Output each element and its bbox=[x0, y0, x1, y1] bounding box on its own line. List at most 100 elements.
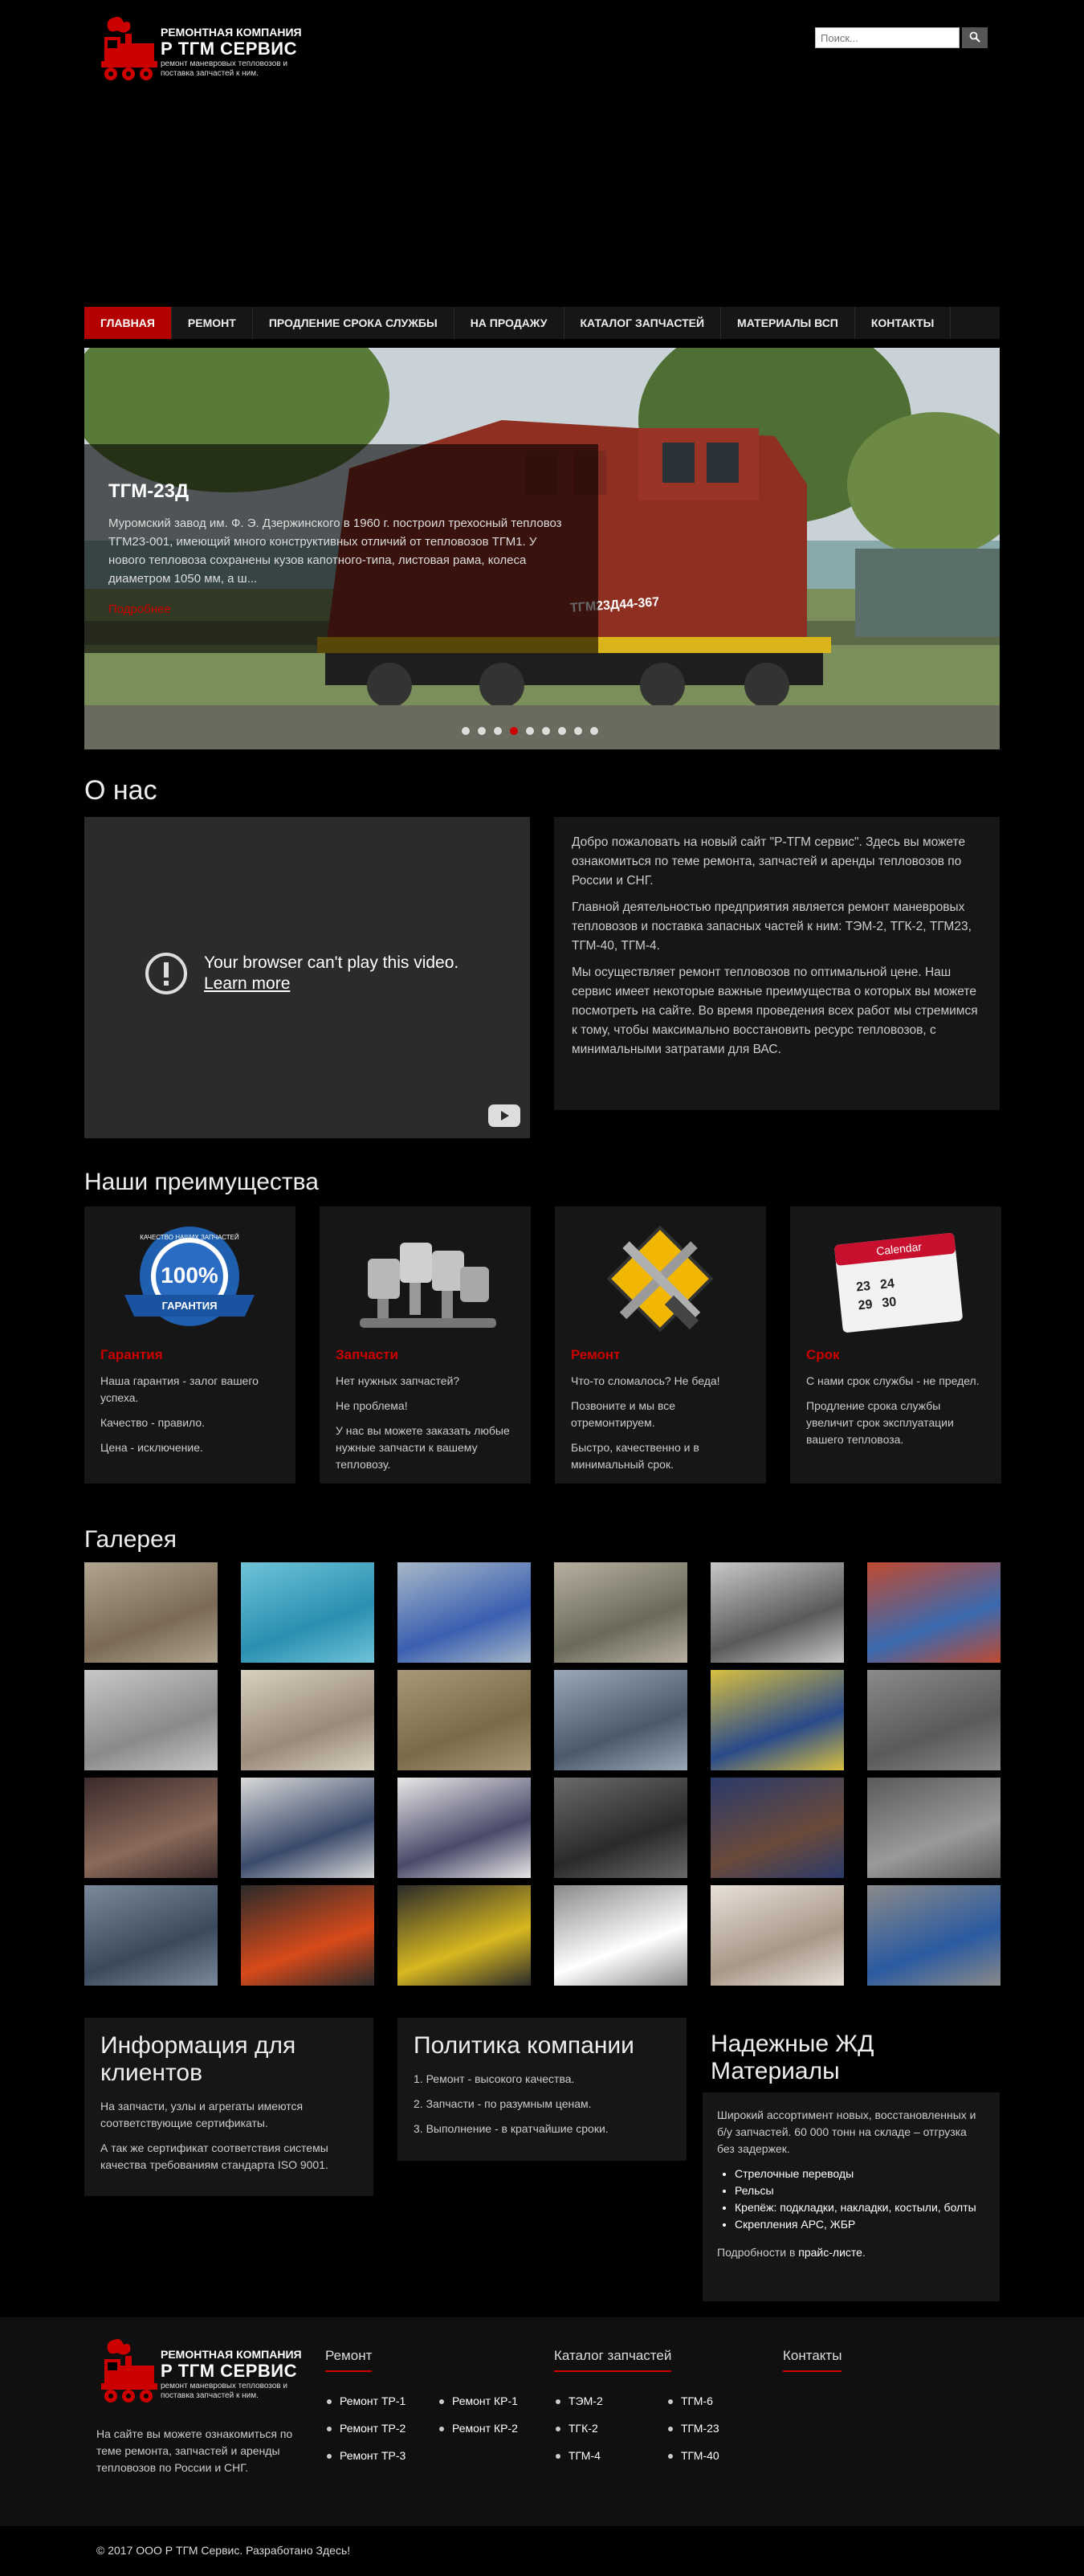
materials-more: Подробности в прайс-листе. bbox=[717, 2244, 985, 2261]
gallery-thumb[interactable] bbox=[84, 1670, 218, 1770]
nav-item-extension[interactable]: Продление срока службы bbox=[253, 307, 454, 339]
footer-link[interactable]: ТГМ-4 bbox=[554, 2449, 666, 2462]
slider-dot[interactable] bbox=[510, 727, 518, 735]
policy-item: 3. Выполнение - в кратчайшие сроки. bbox=[414, 2122, 609, 2135]
slide-more-link[interactable]: Подробнее bbox=[108, 602, 574, 616]
card-title-repair: Ремонт bbox=[571, 1347, 621, 1362]
gallery-thumb[interactable] bbox=[397, 1562, 531, 1663]
gallery-thumb[interactable] bbox=[867, 1778, 1000, 1878]
gallery-thumb[interactable] bbox=[397, 1778, 531, 1878]
card-body-guarantee: Наша гарантия - залог вашего успеха. Кач… bbox=[100, 1373, 285, 1464]
advantages-title: Наши преимущества bbox=[84, 1169, 319, 1195]
policy-title: Политика компании bbox=[414, 2032, 634, 2059]
nav-item-repair[interactable]: Ремонт bbox=[172, 307, 253, 339]
nav-item-for-sale[interactable]: На продажу bbox=[454, 307, 564, 339]
slider-dot[interactable] bbox=[542, 727, 550, 735]
gallery-thumb[interactable] bbox=[397, 1885, 531, 1986]
slider-dot[interactable] bbox=[478, 727, 486, 735]
gallery-thumb[interactable] bbox=[711, 1885, 844, 1986]
gallery-thumb[interactable] bbox=[554, 1670, 687, 1770]
hero-slider[interactable]: ТГМ23Д44-367 ТГМ-23Д Муромский завод им.… bbox=[84, 348, 1000, 749]
page: РЕМОНТНАЯ КОМПАНИЯ Р ТГМ СЕРВИС ремонт м… bbox=[0, 0, 1084, 2576]
video-player[interactable]: Your browser can't play this video. Lear… bbox=[84, 817, 530, 1138]
footer-link[interactable]: ТГК-2 bbox=[554, 2422, 666, 2435]
search-icon bbox=[969, 31, 980, 43]
footer-contacts-head[interactable]: Контакты bbox=[783, 2348, 842, 2372]
clients-p1: На запчасти, узлы и агрегаты имеются соо… bbox=[100, 2100, 304, 2129]
slide-text: Муромский завод им. Ф. Э. Дзержинского в… bbox=[108, 516, 562, 586]
materials-text: Широкий ассортимент новых, восстановленн… bbox=[717, 2109, 976, 2155]
footer-link[interactable]: Ремонт ТР-1 bbox=[325, 2394, 438, 2407]
gallery-thumb[interactable] bbox=[711, 1670, 844, 1770]
gallery-thumb[interactable] bbox=[867, 1562, 1000, 1663]
footer-catalog-head: Каталог запчастей bbox=[554, 2348, 672, 2372]
card-line: Наша гарантия - залог вашего успеха. bbox=[100, 1374, 259, 1404]
video-learn-more-link[interactable]: Learn more bbox=[204, 974, 458, 994]
gallery-thumb[interactable] bbox=[84, 1885, 218, 1986]
search-button[interactable] bbox=[962, 27, 988, 48]
footer-logo-text: РЕМОНТНАЯ КОМПАНИЯ Р ТГМ СЕРВИС ремонт м… bbox=[161, 2348, 313, 2401]
youtube-icon[interactable] bbox=[488, 1104, 520, 1127]
gallery-thumb[interactable] bbox=[554, 1778, 687, 1878]
slider-dot[interactable] bbox=[558, 727, 566, 735]
footer-link[interactable]: Ремонт КР-1 bbox=[438, 2394, 550, 2407]
gallery-thumb[interactable] bbox=[241, 1885, 374, 1986]
footer-link[interactable]: Ремонт КР-2 bbox=[438, 2422, 550, 2435]
logo-line1: РЕМОНТНАЯ КОМПАНИЯ bbox=[161, 2348, 302, 2361]
slider-dot[interactable] bbox=[574, 727, 582, 735]
nav-item-catalog[interactable]: Каталог запчастей bbox=[564, 307, 722, 339]
footer-link[interactable]: ТГМ-6 bbox=[666, 2394, 779, 2407]
nav-item-materials[interactable]: Материалы ВСП bbox=[721, 307, 855, 339]
footer-logo[interactable]: РЕМОНТНАЯ КОМПАНИЯ Р ТГМ СЕРВИС ремонт м… bbox=[96, 2338, 313, 2411]
gallery-thumb[interactable] bbox=[241, 1670, 374, 1770]
nav-item-contacts[interactable]: Контакты bbox=[855, 307, 952, 339]
gallery-thumb[interactable] bbox=[554, 1562, 687, 1663]
gallery-thumb[interactable] bbox=[241, 1778, 374, 1878]
materials-item: Скрепления АРС, ЖБР bbox=[735, 2216, 985, 2233]
slide-caption: ТГМ-23Д Муромский завод им. Ф. Э. Дзержи… bbox=[84, 444, 598, 653]
card-line: Не проблема! bbox=[336, 1399, 408, 1412]
repair-tools-icon bbox=[606, 1225, 714, 1333]
clients-title: Информация для клиентов bbox=[100, 2032, 296, 2086]
gallery-thumb[interactable] bbox=[711, 1562, 844, 1663]
clients-info-box: Информация для клиентов На запчасти, узл… bbox=[84, 2018, 373, 2196]
card-line: Быстро, качественно и в минимальный срок… bbox=[571, 1441, 699, 1471]
footer-link[interactable]: Ремонт ТР-3 bbox=[325, 2449, 438, 2462]
gallery-title: Галерея bbox=[84, 1526, 177, 1553]
logo-line3b: поставка запчастей к ним. bbox=[161, 2391, 259, 2400]
footer-link[interactable]: ТЭМ-2 bbox=[554, 2394, 666, 2407]
materials-box: Широкий ассортимент новых, восстановленн… bbox=[703, 2092, 1000, 2301]
slider-dot[interactable] bbox=[590, 727, 598, 735]
calendar-num: 29 bbox=[858, 1298, 874, 1313]
gallery-thumb[interactable] bbox=[867, 1670, 1000, 1770]
gallery-thumb[interactable] bbox=[241, 1562, 374, 1663]
slider-dots bbox=[462, 727, 598, 735]
footer-link[interactable]: Ремонт ТР-2 bbox=[325, 2422, 438, 2435]
gallery-thumb[interactable] bbox=[84, 1778, 218, 1878]
gallery-thumb[interactable] bbox=[84, 1562, 218, 1663]
materials-more-suffix: . bbox=[862, 2246, 866, 2259]
price-list-link[interactable]: прайс-листе bbox=[798, 2246, 862, 2259]
footer-link[interactable]: ТГМ-23 bbox=[666, 2422, 779, 2435]
locomotive-logo-icon bbox=[101, 2338, 157, 2402]
card-body-parts: Нет нужных запчастей? Не проблема! У нас… bbox=[336, 1373, 520, 1481]
gallery-thumb[interactable] bbox=[711, 1778, 844, 1878]
gallery-thumb[interactable] bbox=[867, 1885, 1000, 1986]
gallery-thumb[interactable] bbox=[397, 1670, 531, 1770]
logo-line3a: ремонт маневровых тепловозов и bbox=[161, 2382, 287, 2390]
slider-dot[interactable] bbox=[462, 727, 470, 735]
card-line: С нами срок службы - не предел. bbox=[806, 1374, 980, 1387]
nav-item-home[interactable]: Главная bbox=[84, 307, 172, 339]
slider-dot[interactable] bbox=[494, 727, 502, 735]
card-title-term: Срок bbox=[806, 1347, 840, 1362]
slider-dot[interactable] bbox=[526, 727, 534, 735]
footer-col-catalog: Каталог запчастей ТЭМ-2 ТГМ-6 ТГК-2 ТГМ-… bbox=[554, 2348, 779, 2462]
search-form bbox=[815, 27, 988, 48]
site-logo[interactable]: РЕМОНТНАЯ КОМПАНИЯ Р ТГМ СЕРВИС ремонт м… bbox=[96, 16, 313, 88]
gallery-thumb[interactable] bbox=[554, 1885, 687, 1986]
search-input[interactable] bbox=[815, 27, 960, 48]
guarantee-ribbon-text: ГАРАНТИЯ bbox=[162, 1300, 218, 1312]
materials-item: Стрелочные переводы bbox=[735, 2166, 985, 2182]
footer-link[interactable]: ТГМ-40 bbox=[666, 2449, 779, 2462]
footer: РЕМОНТНАЯ КОМПАНИЯ Р ТГМ СЕРВИС ремонт м… bbox=[0, 2317, 1084, 2526]
